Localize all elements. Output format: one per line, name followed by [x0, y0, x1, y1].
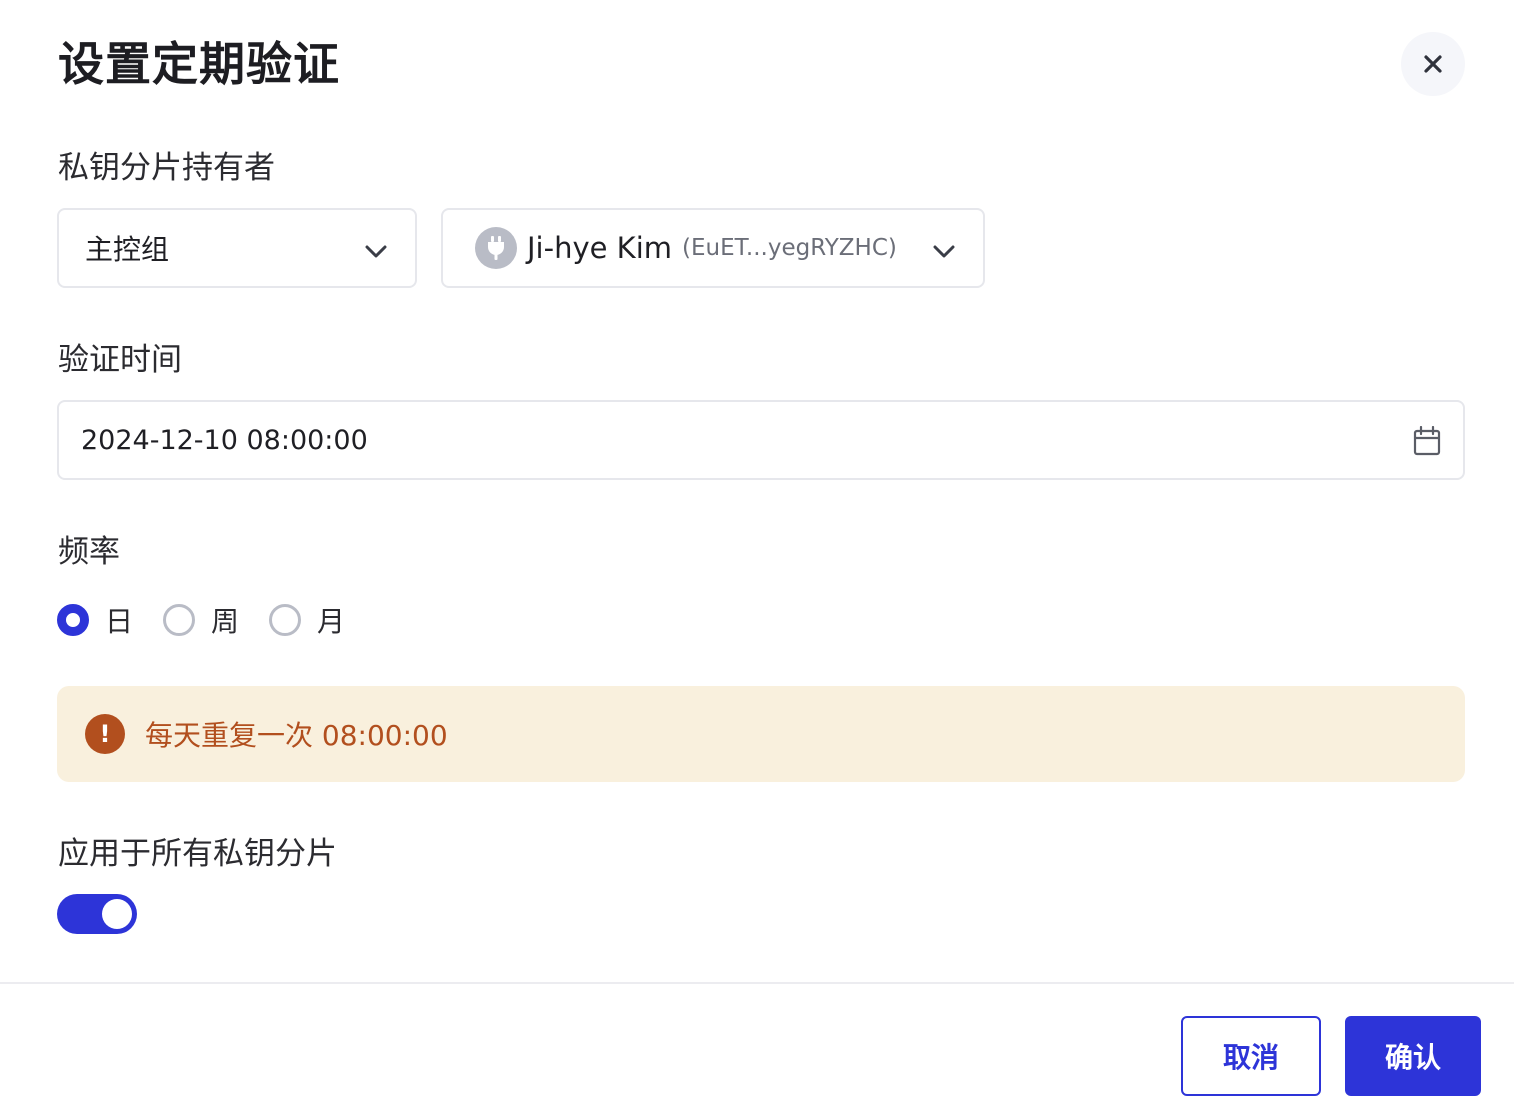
apply-all-toggle[interactable] — [57, 894, 137, 934]
group-select[interactable]: 主控组 — [57, 208, 417, 288]
cancel-button[interactable]: 取消 — [1181, 1016, 1321, 1096]
verification-time-value: 2024-12-10 08:00:00 — [81, 424, 368, 456]
alert-icon: ! — [85, 714, 125, 754]
chevron-down-icon — [365, 245, 387, 258]
frequency-option-week[interactable]: 周 — [163, 600, 239, 640]
group-select-value: 主控组 — [85, 233, 170, 266]
calendar-icon[interactable] — [1413, 426, 1441, 456]
radio-day-label: 日 — [105, 605, 134, 638]
holder-label: 私钥分片持有者 — [58, 150, 275, 186]
holder-user-address: (EuET...yegRYZHC) — [682, 235, 897, 261]
dialog-title: 设置定期验证 — [58, 37, 340, 91]
frequency-option-day[interactable]: 日 — [57, 600, 133, 640]
plug-icon — [488, 236, 504, 260]
avatar — [475, 227, 517, 269]
holder-user-name: Ji-hye Kim — [527, 231, 672, 265]
radio-week-label: 周 — [211, 605, 240, 638]
confirm-button[interactable]: 确认 — [1345, 1016, 1481, 1096]
apply-all-label: 应用于所有私钥分片 — [58, 836, 337, 872]
close-button[interactable] — [1401, 32, 1465, 96]
schedule-verification-dialog: 设置定期验证 私钥分片持有者 主控组 Ji-hye Kim (EuET...ye… — [0, 0, 1514, 1120]
repeat-notice: ! 每天重复一次 08:00:00 — [57, 686, 1465, 782]
frequency-label: 频率 — [58, 534, 120, 570]
time-label: 验证时间 — [58, 342, 182, 378]
radio-day[interactable] — [57, 604, 89, 636]
holder-user-select[interactable]: Ji-hye Kim (EuET...yegRYZHC) — [441, 208, 985, 288]
verification-time-input[interactable]: 2024-12-10 08:00:00 — [57, 400, 1465, 480]
repeat-notice-text: 每天重复一次 08:00:00 — [145, 719, 448, 752]
radio-week[interactable] — [163, 604, 196, 636]
chevron-down-icon — [933, 245, 955, 258]
frequency-radio-group: 日 周 月 — [57, 600, 375, 640]
radio-month[interactable] — [269, 604, 302, 636]
toggle-knob — [102, 899, 132, 929]
footer-divider — [0, 982, 1514, 984]
close-icon — [1424, 55, 1442, 73]
radio-month-label: 月 — [317, 605, 346, 638]
frequency-option-month[interactable]: 月 — [269, 600, 345, 640]
